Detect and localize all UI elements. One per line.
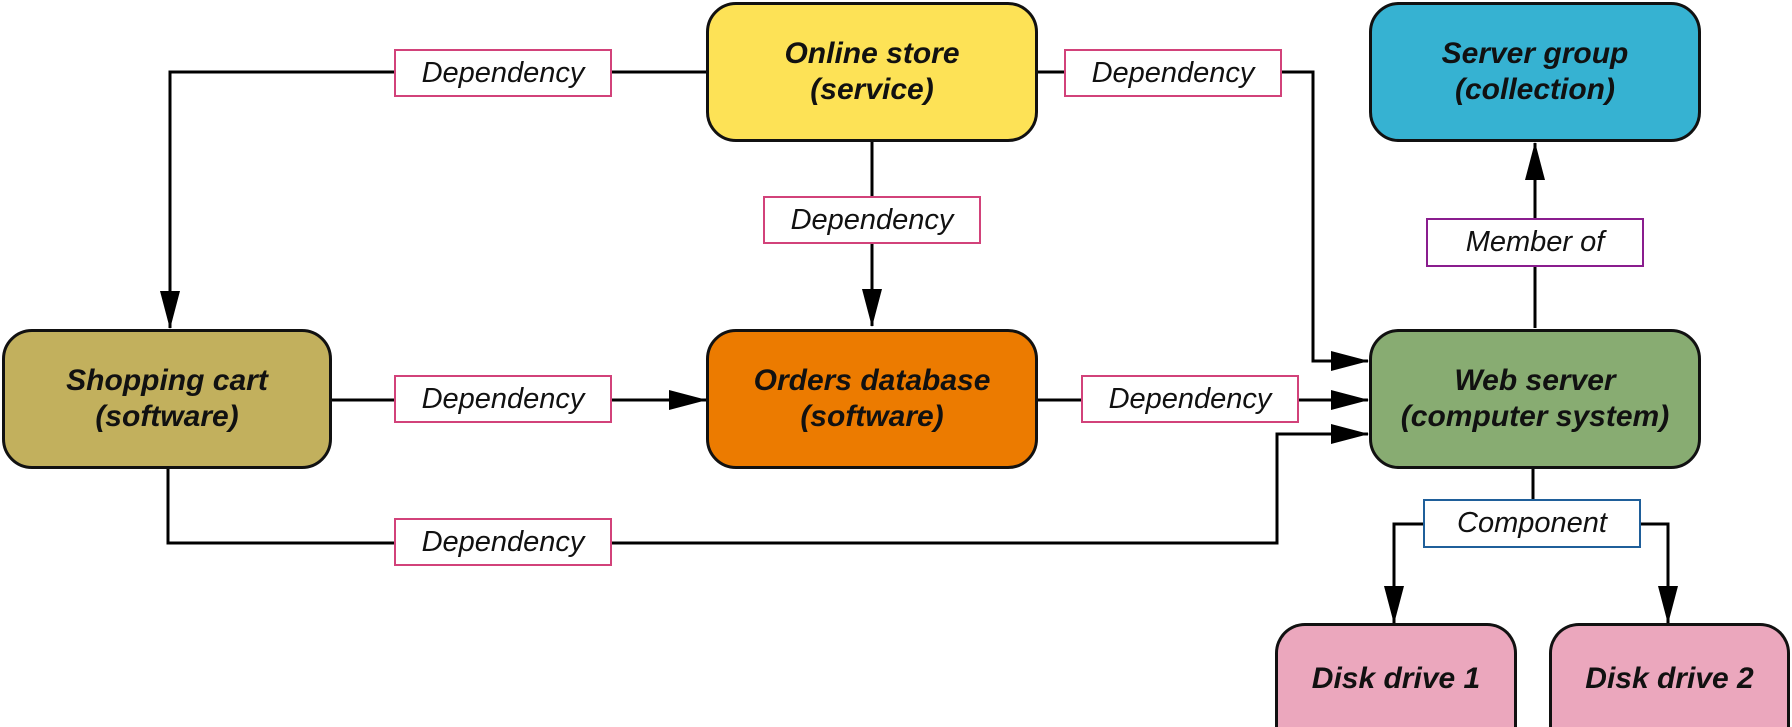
- node-title: Orders database: [753, 364, 991, 397]
- edge-label-dependency: Dependency: [394, 49, 612, 97]
- node-type: (computer system): [1400, 400, 1670, 433]
- node-type: (software): [95, 400, 239, 433]
- node-title: Disk drive 2: [1585, 661, 1754, 695]
- node-shopping-cart[interactable]: Shopping cart (software): [2, 329, 332, 469]
- node-type: (software): [800, 400, 944, 433]
- node-web-server[interactable]: Web server (computer system): [1369, 329, 1701, 469]
- node-title: Server group: [1441, 37, 1629, 70]
- node-server-group[interactable]: Server group (collection): [1369, 2, 1701, 142]
- node-disk-drive-1[interactable]: Disk drive 1: [1275, 623, 1517, 727]
- edge-online-store-to-shopping-cart: [160, 70, 706, 329]
- node-type: (service): [810, 73, 934, 106]
- edge-label-member-of: Member of: [1426, 218, 1644, 267]
- edge-label-dependency: Dependency: [394, 518, 612, 566]
- node-title: Online store: [784, 37, 960, 70]
- node-online-store[interactable]: Online store (service): [706, 2, 1038, 142]
- edge-label-component: Component: [1423, 499, 1641, 548]
- edge-label-dependency: Dependency: [1081, 375, 1299, 423]
- node-title: Web server: [1454, 364, 1616, 397]
- edge-online-store-to-web-server: [1038, 70, 1369, 371]
- edge-label-dependency: Dependency: [763, 196, 981, 244]
- node-orders-database[interactable]: Orders database (software): [706, 329, 1038, 469]
- node-type: (collection): [1454, 73, 1615, 106]
- node-title: Disk drive 1: [1311, 661, 1481, 695]
- edge-label-dependency: Dependency: [394, 375, 612, 423]
- edge-label-dependency: Dependency: [1064, 49, 1282, 97]
- edge-component-to-disk2: [1640, 522, 1678, 624]
- edge-component-to-disk1: [1384, 522, 1425, 624]
- node-disk-drive-2[interactable]: Disk drive 2: [1549, 623, 1790, 727]
- node-title: Shopping cart: [66, 364, 268, 397]
